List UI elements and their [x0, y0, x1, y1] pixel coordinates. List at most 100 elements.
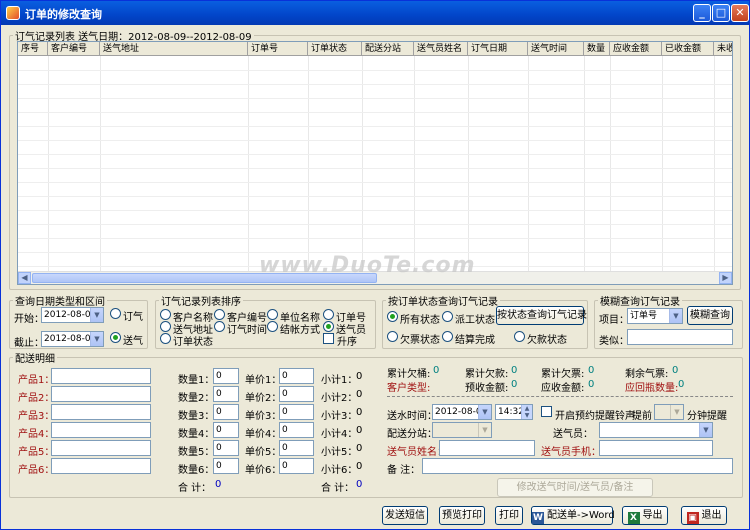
price-label: 单价3：	[245, 411, 282, 422]
scroll-left-icon[interactable]: ◀	[18, 272, 31, 284]
col-header[interactable]: 订单状态	[308, 42, 362, 55]
status-radio[interactable]	[387, 331, 398, 342]
product-input[interactable]	[51, 386, 151, 402]
print-preview-button[interactable]: 预览打印	[439, 506, 485, 525]
ahead-minutes-select[interactable]: ▼	[654, 404, 684, 420]
fuzzy-item-select[interactable]: 订单号 ▼	[627, 308, 683, 324]
app-icon	[6, 6, 20, 20]
sort-radio[interactable]	[214, 321, 225, 332]
col-header[interactable]: 订气日期	[468, 42, 528, 55]
status-radio-all[interactable]	[387, 311, 398, 322]
chevron-down-icon[interactable]: ▼	[90, 308, 103, 322]
qty-input[interactable]: 0	[213, 404, 239, 420]
asc-checkbox[interactable]	[323, 333, 334, 344]
records-grid[interactable]: 序号 客户编号 送气地址 订单号 订单状态 配送分站 送气员姓名 订气日期 送气…	[17, 41, 733, 285]
product-label: 产品1：	[18, 375, 55, 386]
sort-radio[interactable]	[160, 333, 171, 344]
spinner-icon[interactable]: ▲ ▼	[521, 405, 532, 419]
status-radio[interactable]	[442, 331, 453, 342]
qty-input[interactable]: 0	[213, 368, 239, 384]
product-input[interactable]	[51, 422, 151, 438]
status-query-button[interactable]: 按状态查询订气记录	[496, 306, 587, 325]
owed-ticket-label: 累计欠票:	[541, 369, 585, 380]
col-header[interactable]: 客户编号	[48, 42, 100, 55]
note-input[interactable]	[422, 458, 733, 474]
qty-label: 数量4：	[178, 429, 215, 440]
print-button[interactable]: 打印	[495, 506, 523, 525]
col-header[interactable]: 订单号	[248, 42, 308, 55]
total-amt-value: 0	[356, 479, 363, 490]
price-input[interactable]: 0	[279, 386, 314, 402]
sort-radio-courier[interactable]	[323, 321, 334, 332]
end-date-picker[interactable]: 2012-08-09 ▼	[41, 331, 104, 347]
col-header[interactable]: 数量	[584, 42, 610, 55]
sort-option: 订单状态	[173, 337, 213, 348]
fuzzy-keyword-input[interactable]	[627, 329, 733, 345]
qty-input[interactable]: 0	[213, 458, 239, 474]
start-date-picker[interactable]: 2012-08-09 ▼	[41, 307, 104, 323]
export-word-button[interactable]: W 配送单->Word	[531, 506, 615, 525]
sort-radio[interactable]	[267, 309, 278, 320]
station-select[interactable]: ▼	[432, 422, 492, 438]
col-header[interactable]: 应收金额	[610, 42, 662, 55]
sort-legend: 订气记录列表排序	[161, 297, 241, 308]
status-radio[interactable]	[514, 331, 525, 342]
price-input[interactable]: 0	[279, 422, 314, 438]
minimize-button[interactable]: _	[693, 4, 711, 22]
exit-icon: ▣	[686, 512, 699, 524]
price-input[interactable]: 0	[279, 440, 314, 456]
qty-label: 数量6：	[178, 465, 215, 476]
chevron-down-icon[interactable]: ▼	[90, 332, 103, 346]
product-input[interactable]	[51, 458, 151, 474]
courier-name-input[interactable]	[439, 440, 535, 456]
export-label: 导出	[642, 510, 663, 521]
close-button[interactable]: ✕	[731, 4, 749, 22]
price-input[interactable]: 0	[279, 458, 314, 474]
subtotal-value: 0	[356, 425, 363, 436]
chevron-down-icon[interactable]: ▼	[670, 405, 683, 419]
radio-delivery[interactable]	[110, 332, 121, 343]
col-header[interactable]: 送气时间	[528, 42, 584, 55]
col-header[interactable]: 未收	[714, 42, 732, 55]
product-input[interactable]	[51, 368, 151, 384]
col-header[interactable]: 已收金额	[662, 42, 714, 55]
col-header[interactable]: 序号	[18, 42, 48, 55]
sort-radio[interactable]	[160, 309, 171, 320]
exit-button[interactable]: ▣ 退出	[681, 506, 727, 525]
send-sms-button[interactable]: 发送短信	[382, 506, 428, 525]
col-header[interactable]: 送气地址	[100, 42, 248, 55]
col-header[interactable]: 配送分站	[362, 42, 414, 55]
delivery-date-picker[interactable]: 2012-08-09 ▼	[432, 404, 492, 420]
product-input[interactable]	[51, 404, 151, 420]
qty-input[interactable]: 0	[213, 440, 239, 456]
sort-radio[interactable]	[323, 309, 334, 320]
delivery-time-input[interactable]: 14:32 ▲ ▼	[495, 404, 533, 420]
chevron-down-icon[interactable]: ▼	[478, 423, 491, 437]
courier-phone-input[interactable]	[599, 440, 713, 456]
fuzzy-query-button[interactable]: 模糊查询	[687, 306, 733, 325]
chevron-down-icon[interactable]: ▼	[478, 405, 491, 419]
courier-select[interactable]: ▼	[599, 422, 713, 438]
product-input[interactable]	[51, 440, 151, 456]
qty-input[interactable]: 0	[213, 386, 239, 402]
station-label: 配送分站：	[387, 429, 437, 440]
status-option: 欠款状态	[527, 335, 567, 346]
note-label: 备 注：	[387, 465, 421, 476]
status-radio[interactable]	[442, 311, 453, 322]
radio-order[interactable]	[110, 308, 121, 319]
col-header[interactable]: 送气员姓名	[414, 42, 468, 55]
sort-radio[interactable]	[214, 309, 225, 320]
price-input[interactable]: 0	[279, 368, 314, 384]
subtotal-label: 小计4：	[321, 429, 358, 440]
scroll-right-icon[interactable]: ▶	[719, 272, 732, 284]
chevron-down-icon[interactable]: ▼	[669, 309, 682, 323]
remind-checkbox[interactable]	[541, 406, 552, 417]
qty-input[interactable]: 0	[213, 422, 239, 438]
maximize-button[interactable]: □	[712, 4, 730, 22]
sort-radio[interactable]	[160, 321, 171, 332]
chevron-down-icon[interactable]: ▼	[699, 423, 712, 437]
price-input[interactable]: 0	[279, 404, 314, 420]
export-button[interactable]: X 导出	[622, 506, 668, 525]
modify-delivery-button[interactable]: 修改送气时间/送气员/备注	[497, 478, 653, 497]
sort-radio[interactable]	[267, 321, 278, 332]
